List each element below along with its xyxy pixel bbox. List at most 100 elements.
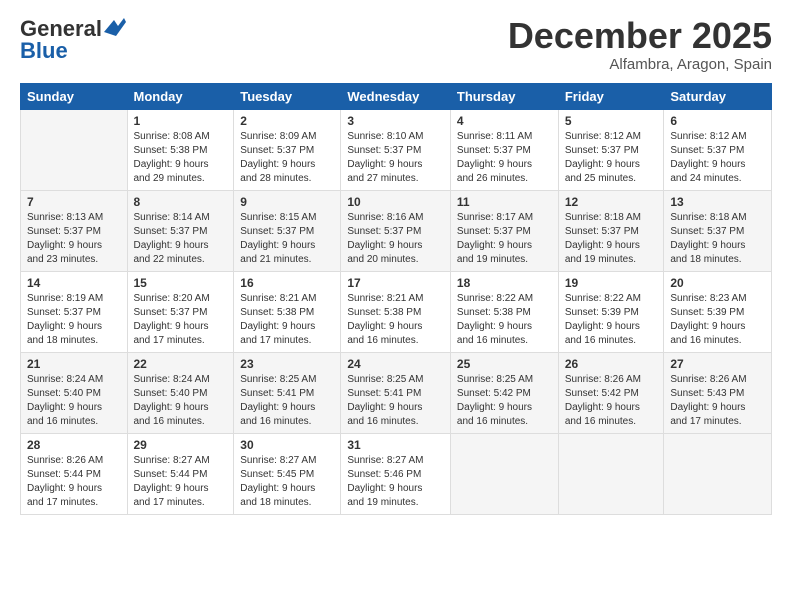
day-info: Sunrise: 8:09 AMSunset: 5:37 PMDaylight:…	[240, 131, 316, 184]
calendar-cell: 2 Sunrise: 8:09 AMSunset: 5:37 PMDaylight…	[234, 109, 341, 190]
day-number: 4	[457, 114, 552, 128]
calendar-cell: 21 Sunrise: 8:24 AMSunset: 5:40 PMDayligh…	[21, 352, 128, 433]
logo-blue: Blue	[20, 38, 68, 64]
day-number: 17	[347, 276, 444, 290]
location: Alfambra, Aragon, Spain	[508, 56, 772, 73]
calendar-cell: 20 Sunrise: 8:23 AMSunset: 5:39 PMDayligh…	[664, 271, 772, 352]
calendar-cell: 13 Sunrise: 8:18 AMSunset: 5:37 PMDayligh…	[664, 190, 772, 271]
logo-bird-icon	[104, 18, 126, 36]
month-title: December 2025	[508, 16, 772, 56]
calendar-cell: 23 Sunrise: 8:25 AMSunset: 5:41 PMDayligh…	[234, 352, 341, 433]
calendar-cell	[450, 433, 558, 514]
day-number: 12	[565, 195, 658, 209]
calendar-cell: 31 Sunrise: 8:27 AMSunset: 5:46 PMDayligh…	[341, 433, 451, 514]
week-row-2: 7Sunrise: 8:13 AMSunset: 5:37 PMDaylight…	[21, 190, 772, 271]
day-info: Sunrise: 8:14 AMSunset: 5:37 PMDaylight:…	[134, 212, 210, 265]
calendar-cell: 30 Sunrise: 8:27 AMSunset: 5:45 PMDayligh…	[234, 433, 341, 514]
day-info: Sunrise: 8:15 AMSunset: 5:37 PMDaylight:…	[240, 212, 316, 265]
calendar-cell: 18Sunrise: 8:22 AMSunset: 5:38 PMDayligh…	[450, 271, 558, 352]
header-friday: Friday	[558, 83, 664, 109]
calendar-cell: 24 Sunrise: 8:25 AMSunset: 5:41 PMDayligh…	[341, 352, 451, 433]
day-number: 6	[670, 114, 765, 128]
week-row-4: 21 Sunrise: 8:24 AMSunset: 5:40 PMDayligh…	[21, 352, 772, 433]
day-info: Sunrise: 8:17 AMSunset: 5:37 PMDaylight:…	[457, 212, 533, 265]
title-block: December 2025 Alfambra, Aragon, Spain	[508, 16, 772, 73]
calendar-cell: 26 Sunrise: 8:26 AMSunset: 5:42 PMDayligh…	[558, 352, 664, 433]
day-info: Sunrise: 8:27 AMSunset: 5:45 PMDaylight:…	[240, 455, 316, 508]
week-row-3: 14 Sunrise: 8:19 AMSunset: 5:37 PMDayligh…	[21, 271, 772, 352]
day-number: 21	[27, 357, 121, 371]
day-info: Sunrise: 8:12 AMSunset: 5:37 PMDaylight:…	[565, 131, 641, 184]
day-info: Sunrise: 8:23 AMSunset: 5:39 PMDaylight:…	[670, 293, 746, 346]
page-container: General Blue December 2025 Alfambra, Ara…	[0, 0, 792, 612]
day-number: 18	[457, 276, 552, 290]
calendar-cell	[558, 433, 664, 514]
day-info: Sunrise: 8:16 AMSunset: 5:37 PMDaylight:…	[347, 212, 423, 265]
calendar-cell: 29 Sunrise: 8:27 AMSunset: 5:44 PMDayligh…	[127, 433, 234, 514]
calendar-cell: 12Sunrise: 8:18 AMSunset: 5:37 PMDayligh…	[558, 190, 664, 271]
day-info: Sunrise: 8:08 AMSunset: 5:38 PMDaylight:…	[134, 131, 210, 184]
calendar-table: Sunday Monday Tuesday Wednesday Thursday…	[20, 83, 772, 515]
calendar-cell: 28 Sunrise: 8:26 AMSunset: 5:44 PMDayligh…	[21, 433, 128, 514]
day-number: 31	[347, 438, 444, 452]
day-info: Sunrise: 8:11 AMSunset: 5:37 PMDaylight:…	[457, 131, 532, 184]
day-number: 2	[240, 114, 334, 128]
header: General Blue December 2025 Alfambra, Ara…	[20, 16, 772, 73]
calendar-cell: 19 Sunrise: 8:22 AMSunset: 5:39 PMDayligh…	[558, 271, 664, 352]
day-number: 25	[457, 357, 552, 371]
week-row-5: 28 Sunrise: 8:26 AMSunset: 5:44 PMDayligh…	[21, 433, 772, 514]
day-number: 15	[134, 276, 228, 290]
day-number: 24	[347, 357, 444, 371]
day-number: 7	[27, 195, 121, 209]
calendar-cell	[21, 109, 128, 190]
day-info: Sunrise: 8:18 AMSunset: 5:37 PMDaylight:…	[670, 212, 746, 265]
calendar-cell: 17Sunrise: 8:21 AMSunset: 5:38 PMDayligh…	[341, 271, 451, 352]
header-thursday: Thursday	[450, 83, 558, 109]
calendar-cell	[664, 433, 772, 514]
day-number: 19	[565, 276, 658, 290]
day-number: 23	[240, 357, 334, 371]
day-info: Sunrise: 8:26 AMSunset: 5:42 PMDaylight:…	[565, 374, 641, 427]
logo: General Blue	[20, 16, 126, 64]
calendar-cell: 15 Sunrise: 8:20 AMSunset: 5:37 PMDayligh…	[127, 271, 234, 352]
calendar-cell: 6 Sunrise: 8:12 AMSunset: 5:37 PMDaylight…	[664, 109, 772, 190]
day-number: 16	[240, 276, 334, 290]
day-info: Sunrise: 8:27 AMSunset: 5:46 PMDaylight:…	[347, 455, 423, 508]
calendar-cell: 1 Sunrise: 8:08 AMSunset: 5:38 PMDaylight…	[127, 109, 234, 190]
header-saturday: Saturday	[664, 83, 772, 109]
day-info: Sunrise: 8:26 AMSunset: 5:44 PMDaylight:…	[27, 455, 103, 508]
header-wednesday: Wednesday	[341, 83, 451, 109]
day-info: Sunrise: 8:25 AMSunset: 5:41 PMDaylight:…	[347, 374, 423, 427]
calendar-cell: 9 Sunrise: 8:15 AMSunset: 5:37 PMDaylight…	[234, 190, 341, 271]
calendar-cell: 5Sunrise: 8:12 AMSunset: 5:37 PMDaylight…	[558, 109, 664, 190]
day-info: Sunrise: 8:20 AMSunset: 5:37 PMDaylight:…	[134, 293, 210, 346]
day-info: Sunrise: 8:12 AMSunset: 5:37 PMDaylight:…	[670, 131, 746, 184]
calendar-cell: 25 Sunrise: 8:25 AMSunset: 5:42 PMDayligh…	[450, 352, 558, 433]
day-number: 11	[457, 195, 552, 209]
day-info: Sunrise: 8:22 AMSunset: 5:39 PMDaylight:…	[565, 293, 641, 346]
day-number: 8	[134, 195, 228, 209]
day-number: 13	[670, 195, 765, 209]
day-number: 1	[134, 114, 228, 128]
calendar-cell: 10 Sunrise: 8:16 AMSunset: 5:37 PMDayligh…	[341, 190, 451, 271]
calendar-cell: 16Sunrise: 8:21 AMSunset: 5:38 PMDayligh…	[234, 271, 341, 352]
day-number: 26	[565, 357, 658, 371]
day-info: Sunrise: 8:27 AMSunset: 5:44 PMDaylight:…	[134, 455, 210, 508]
day-number: 14	[27, 276, 121, 290]
day-info: Sunrise: 8:25 AMSunset: 5:41 PMDaylight:…	[240, 374, 316, 427]
day-number: 9	[240, 195, 334, 209]
day-number: 30	[240, 438, 334, 452]
day-number: 10	[347, 195, 444, 209]
day-info: Sunrise: 8:24 AMSunset: 5:40 PMDaylight:…	[134, 374, 210, 427]
day-number: 28	[27, 438, 121, 452]
calendar-cell: 27Sunrise: 8:26 AMSunset: 5:43 PMDayligh…	[664, 352, 772, 433]
calendar-cell: 8 Sunrise: 8:14 AMSunset: 5:37 PMDaylight…	[127, 190, 234, 271]
day-number: 29	[134, 438, 228, 452]
calendar-cell: 7Sunrise: 8:13 AMSunset: 5:37 PMDaylight…	[21, 190, 128, 271]
header-sunday: Sunday	[21, 83, 128, 109]
day-info: Sunrise: 8:24 AMSunset: 5:40 PMDaylight:…	[27, 374, 103, 427]
weekday-header-row: Sunday Monday Tuesday Wednesday Thursday…	[21, 83, 772, 109]
day-info: Sunrise: 8:19 AMSunset: 5:37 PMDaylight:…	[27, 293, 103, 346]
day-number: 20	[670, 276, 765, 290]
day-info: Sunrise: 8:25 AMSunset: 5:42 PMDaylight:…	[457, 374, 533, 427]
